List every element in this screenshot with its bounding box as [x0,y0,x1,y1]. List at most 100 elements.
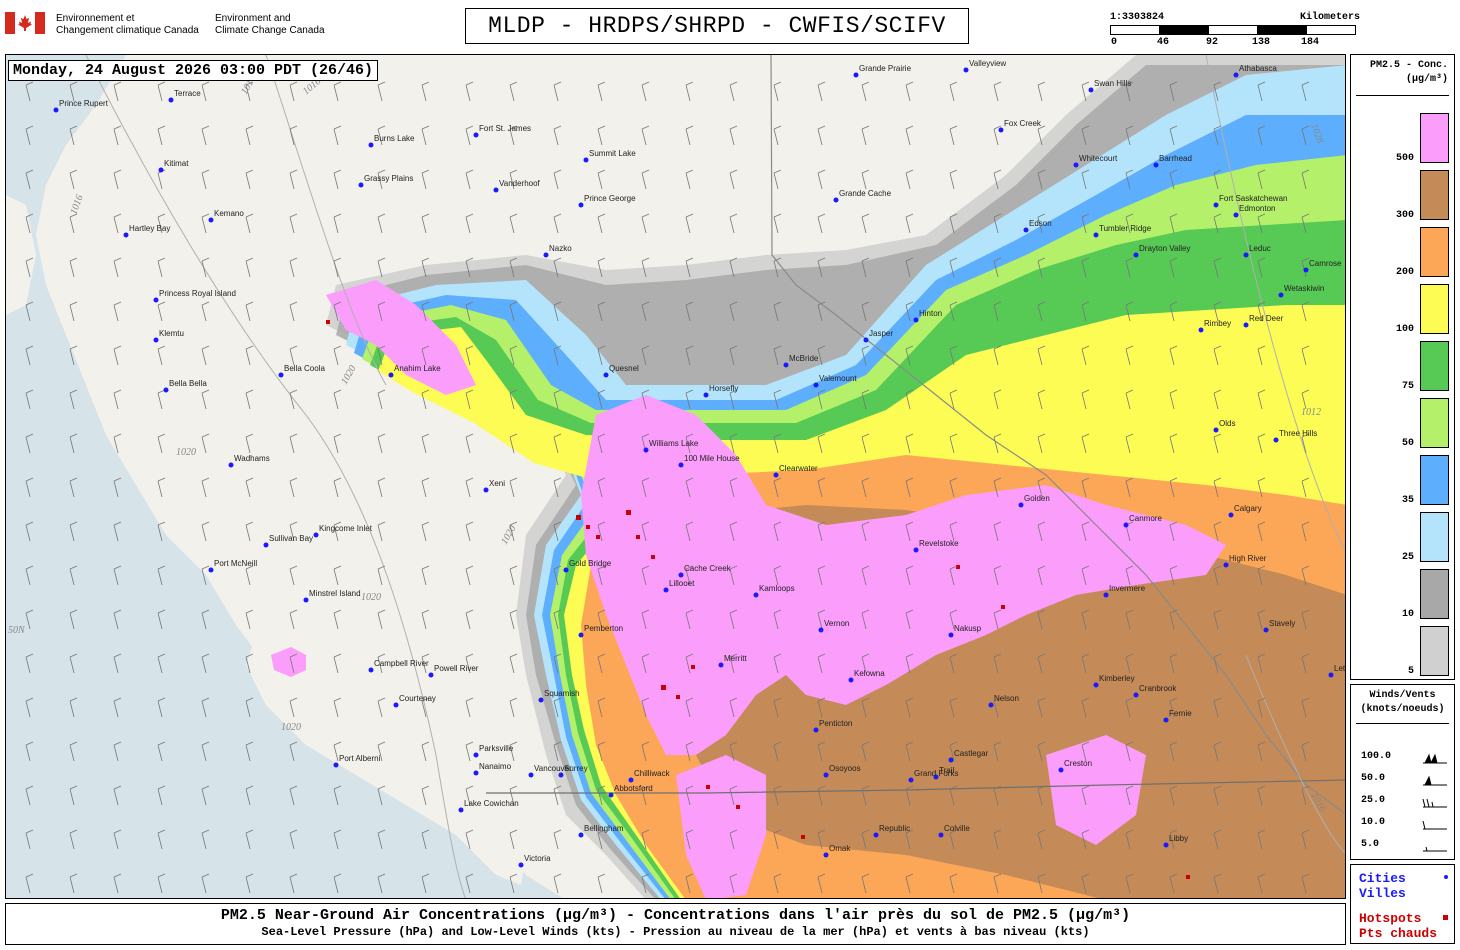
city-label: Minstrel Island [309,589,361,598]
city-label: Fort St. James [479,124,531,133]
city-label: Swan Hills [1094,79,1131,88]
city-label: Kemano [214,209,244,218]
city-label: Port McNeill [214,559,257,568]
city-dot-icon [1273,437,1279,443]
city-dot-icon [908,777,914,783]
city-label: Squamish [544,689,580,698]
legend-bin-label: 35 [1401,495,1414,506]
wind-barb-icon [25,653,34,674]
city-dot-icon [1073,162,1079,168]
city-label: Powell River [434,664,479,673]
latitude-label: 50N [8,625,26,636]
wind-barb-icon [113,521,122,542]
city-label: Tumbler Ridge [1099,224,1152,233]
forecast-timestamp: Monday, 24 August 2026 03:00 PDT (26/46) [8,60,379,81]
city-dot-icon [1133,692,1139,698]
scale-ratio: 1:3303824 [1110,12,1165,23]
city-label: Prince Rupert [59,99,109,108]
city-dot-icon [1444,875,1448,879]
city-label: Cache Creek [684,564,732,573]
wind-barb-icon [245,785,254,806]
legend-swatch [1420,569,1449,619]
city-label: Horsefly [709,384,738,393]
city-dot-icon [948,632,954,638]
isobar-label: 1020 [361,592,381,603]
city-label: Hartley Bay [129,224,170,233]
hotspot [596,535,600,539]
legend-bin-label: 5 [1407,666,1414,677]
city-label: Bellingham [584,824,624,833]
city-dot-icon [493,187,499,193]
wind-barb-icon [289,741,298,762]
city-dot-icon [1263,627,1269,633]
city-label: Port Alberni [339,754,381,763]
caption-line-1: PM2.5 Near-Ground Air Concentrations (μg… [220,907,1131,924]
city-dot-icon [393,702,399,708]
wind-barb-icon [25,169,34,190]
wind-barb-icon [69,609,78,630]
city-label: Merritt [724,654,747,663]
city-label: Canmore [1129,514,1162,523]
pm25-legend: PM2.5 - Conc. (μg/m³) 500 300 200 100 75 50 35… [1350,54,1455,680]
city-label: Xeni [489,479,505,488]
city-dot-icon [818,627,824,633]
city-label: Hinton [919,309,942,318]
city-dot-icon [643,447,649,453]
city-dot-icon [358,182,364,188]
legend-swatch [1420,341,1449,391]
city-label: Klemtu [159,329,184,338]
wind-barb-icon [377,829,386,850]
city-label: Princess Royal Island [159,289,236,298]
city-dot-icon [963,67,969,73]
legend-swatch [1420,512,1449,562]
city-label: Barrhead [1159,154,1192,163]
caption-line-2: Sea-Level Pressure (hPa) and Low-Level W… [261,925,1090,939]
city-dot-icon [458,807,464,813]
city-dot-icon [1243,322,1249,328]
wind-speed-label: 10.0 [1361,817,1386,828]
wind-speed-label: 100.0 [1361,751,1392,762]
wind-barb-icon [289,829,298,850]
legend-swatch [1420,170,1449,220]
wind-speed-label: 5.0 [1361,839,1380,850]
city-dot-icon [388,372,394,378]
city-label: Bella Coola [284,364,325,373]
hotspots-legend: Hotspots Pts chauds [1359,911,1437,941]
map-panel[interactable]: 1016 1016 1016 1020 1020 1020 1020 1020 … [5,54,1346,899]
wind-barb-icon [25,521,34,542]
wind-barb-icon [201,741,210,762]
wind-barb-icon [25,81,34,102]
hotspot [636,535,640,539]
legend-swatch [1420,227,1449,277]
legend-bin-label: 300 [1395,210,1414,221]
city-dot-icon [813,727,819,733]
city-label: Burns Lake [374,134,415,143]
city-dot-icon [1018,502,1024,508]
wind-barb-icon [157,873,166,894]
wind-barb-icon [245,873,254,894]
city-dot-icon [848,677,854,683]
scale-tick: 0 [1110,37,1118,48]
city-dot-icon [333,762,339,768]
wind-barb-icon [113,653,122,674]
dispersion-map[interactable]: 1016 1016 1016 1020 1020 1020 1020 1020 … [6,55,1346,899]
city-dot-icon [703,392,709,398]
city-dot-icon [988,702,994,708]
city-label: Grande Cache [839,189,892,198]
city-dot-icon [628,777,634,783]
wind-barb-icon [25,125,34,146]
map-caption: PM2.5 Near-Ground Air Concentrations (μg… [5,903,1346,945]
hotspot [1186,875,1190,879]
wind-barb-icon [69,477,78,498]
city-label: Pemberton [584,624,623,633]
hotspot [586,525,590,529]
city-label: Chilliwack [634,769,671,778]
wind-barb-icon [289,785,298,806]
city-label: Valleyview [969,59,1006,68]
city-label: Edson [1029,219,1052,228]
agency-fr-line2: Changement climatique Canada [56,25,199,36]
city-dot-icon [168,97,174,103]
city-label: High River [1229,554,1267,563]
city-dot-icon [1103,592,1109,598]
city-label: Fox Creek [1004,119,1042,128]
